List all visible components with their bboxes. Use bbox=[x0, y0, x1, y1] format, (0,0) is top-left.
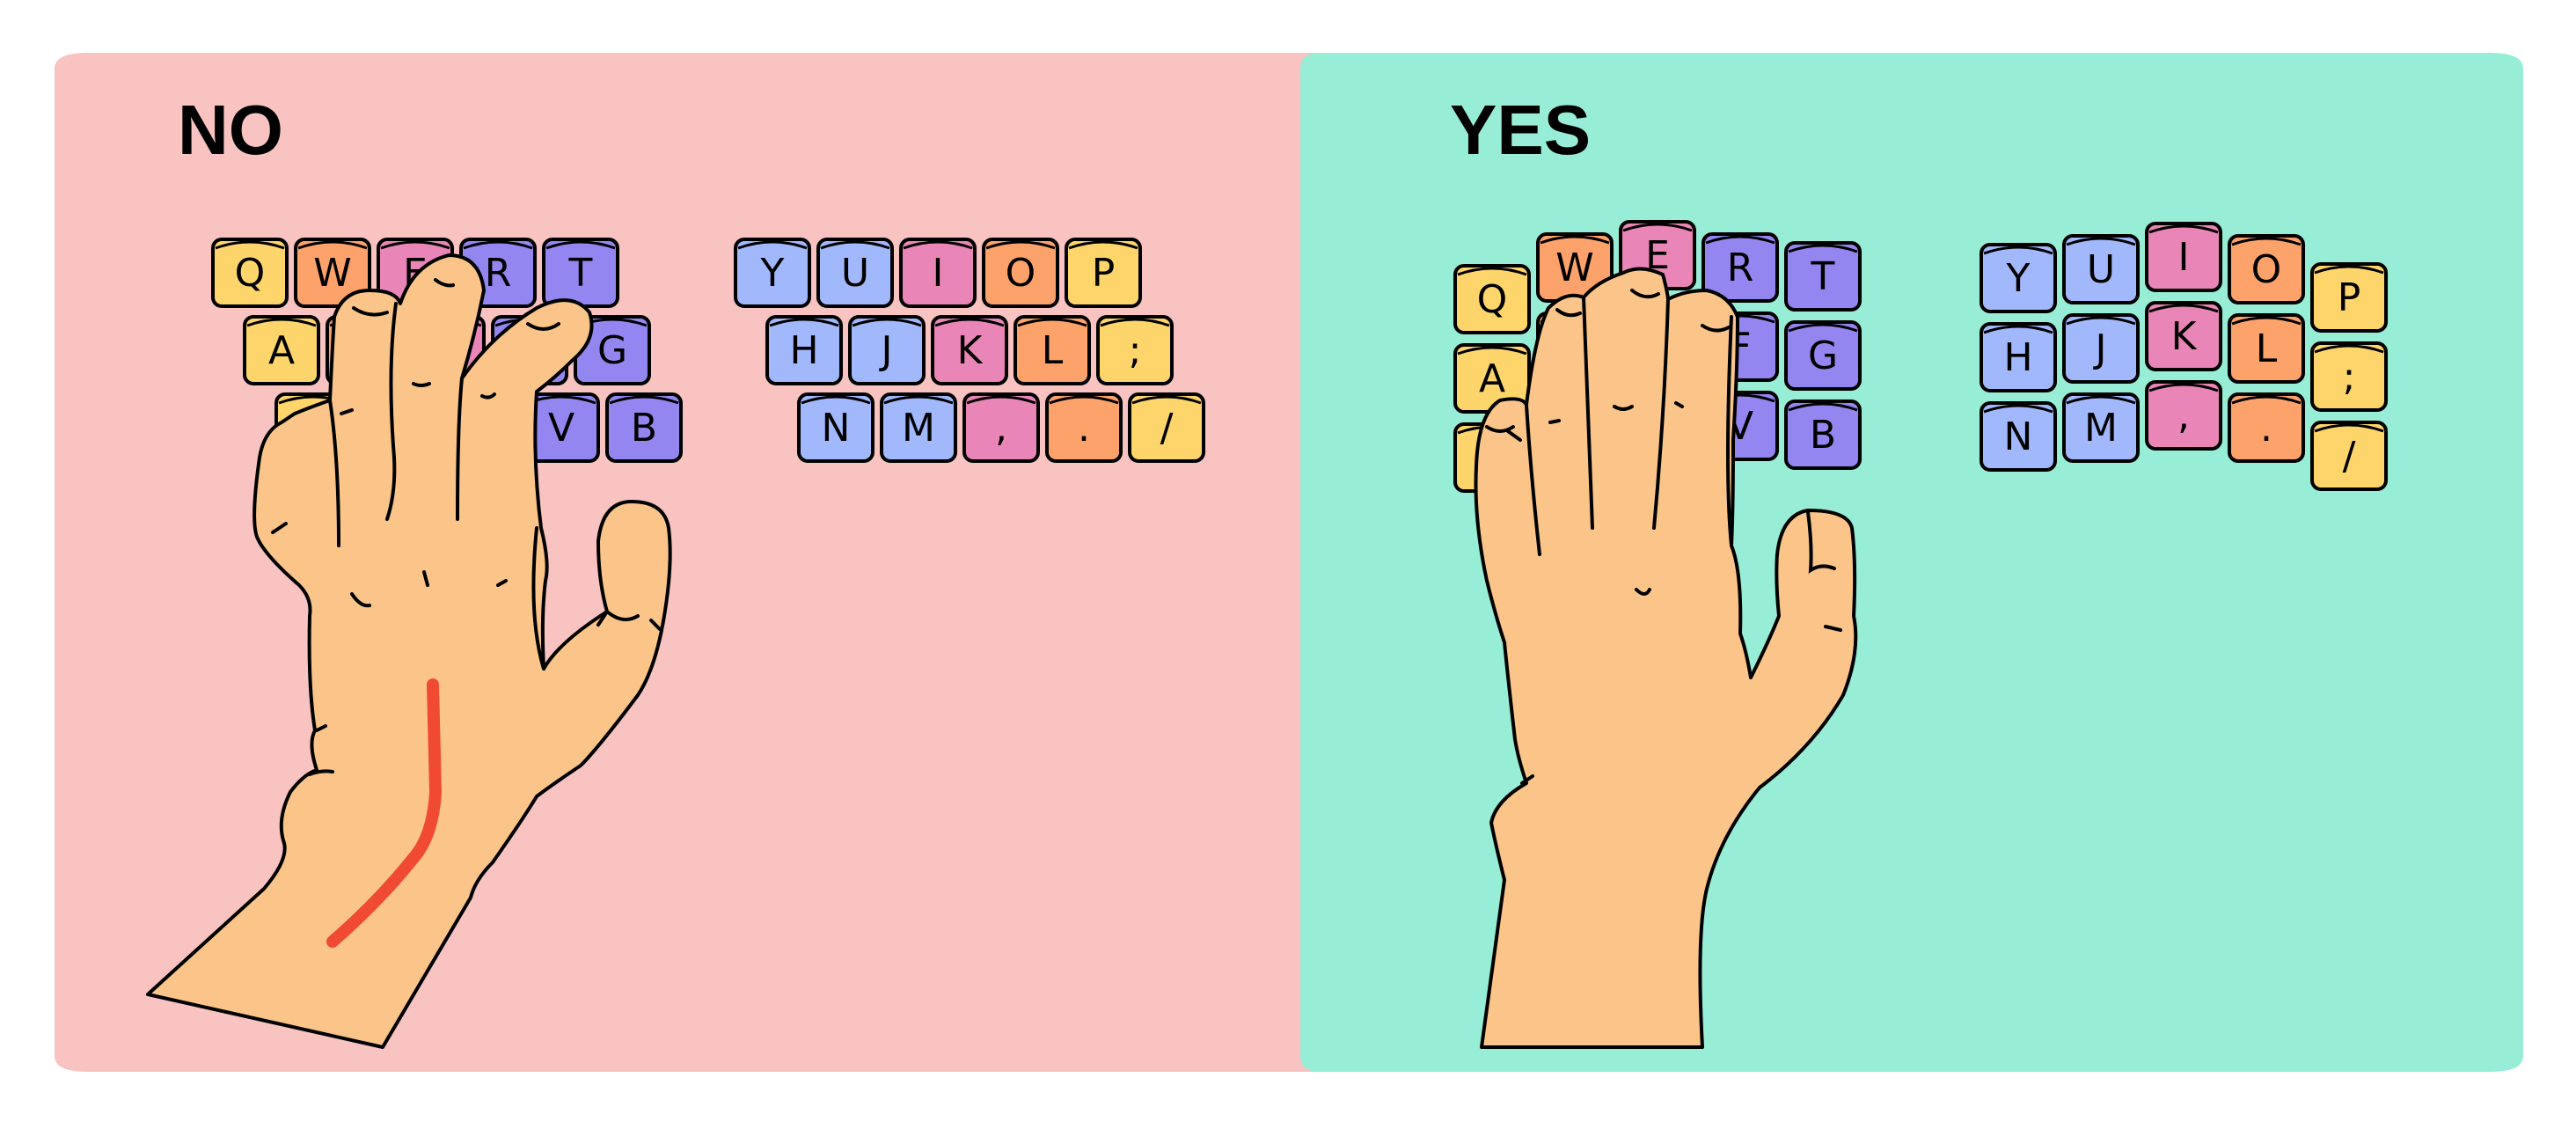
key-comma: , bbox=[962, 392, 1040, 463]
key-label: A bbox=[268, 328, 295, 373]
ergonomics-diagram: NO QWERTASDFGZXCVB YUIOPHJKL;NM,./ YES Q… bbox=[0, 0, 2576, 1125]
key-Q: Q bbox=[1453, 264, 1531, 334]
key-label: J bbox=[2093, 326, 2107, 371]
key-label: B bbox=[631, 406, 657, 451]
key-L: L bbox=[2228, 313, 2305, 384]
key-T: T bbox=[1784, 241, 1862, 312]
key-label: L bbox=[2256, 326, 2278, 371]
key-U: U bbox=[2062, 234, 2140, 304]
key-slash: / bbox=[1128, 392, 1205, 463]
key-label: K bbox=[2171, 314, 2198, 359]
key-Y: Y bbox=[1980, 243, 2057, 313]
key-M: M bbox=[880, 392, 957, 463]
key-label: U bbox=[841, 251, 869, 296]
key-comma: , bbox=[2145, 380, 2222, 451]
key-A: A bbox=[243, 315, 320, 385]
key-N: N bbox=[797, 392, 875, 463]
key-J: J bbox=[2062, 313, 2140, 384]
no-title: NO bbox=[178, 91, 283, 169]
key-M: M bbox=[2062, 392, 2140, 463]
key-Y: Y bbox=[734, 238, 811, 308]
key-label: O bbox=[2251, 247, 2282, 292]
key-label: O bbox=[1006, 251, 1036, 296]
key-label: K bbox=[957, 328, 984, 373]
key-label: P bbox=[1092, 251, 1116, 296]
key-label: B bbox=[1810, 413, 1836, 458]
key-label: ; bbox=[2343, 355, 2356, 400]
yes-panel: YES QWERTASDFGZXCVB YUIOPHJKL;NM,./ bbox=[1300, 53, 2523, 1072]
key-label: R bbox=[485, 251, 512, 296]
key-label: M bbox=[902, 406, 935, 451]
yes-right-keyboard: Y U I O P H J K L; N M, . / bbox=[1980, 222, 2388, 491]
key-label: ; bbox=[1129, 328, 1142, 373]
key-H: H bbox=[765, 315, 843, 385]
key-U: U bbox=[816, 238, 894, 308]
key-label: / bbox=[1160, 406, 1174, 451]
key-label: M bbox=[2084, 406, 2118, 451]
key-label: R bbox=[1727, 246, 1754, 290]
key-N: N bbox=[1980, 401, 2057, 472]
key-label: L bbox=[1042, 328, 1064, 373]
key-O: O bbox=[2228, 234, 2305, 304]
no-right-keyboard: Y U I O P H J K L ; N M,. / bbox=[734, 238, 1205, 463]
key-P: P bbox=[2310, 262, 2388, 333]
key-label: G bbox=[1808, 334, 1838, 378]
key-label: , bbox=[995, 406, 1007, 451]
key-K: K bbox=[931, 315, 1008, 385]
key-semicolon: ; bbox=[1096, 315, 1174, 385]
no-panel: NO QWERTASDFGZXCVB YUIOPHJKL;NM,./ bbox=[55, 53, 1320, 1072]
key-P: P bbox=[1065, 238, 1142, 308]
key-label: V bbox=[548, 406, 574, 451]
key-label: T bbox=[1811, 254, 1835, 299]
key-label: , bbox=[2177, 393, 2190, 438]
key-label: I bbox=[933, 251, 944, 296]
key-slash: / bbox=[2310, 421, 2388, 491]
key-label: I bbox=[2178, 235, 2190, 280]
key-L: L bbox=[1014, 315, 1091, 385]
key-label: W bbox=[313, 251, 352, 296]
key-label: . bbox=[1078, 406, 1090, 451]
key-label: G bbox=[597, 328, 627, 373]
key-label: U bbox=[2087, 247, 2115, 292]
key-G: G bbox=[1784, 320, 1862, 391]
key-label: Y bbox=[760, 251, 785, 296]
key-label: N bbox=[2004, 414, 2033, 459]
key-K: K bbox=[2145, 301, 2222, 371]
key-label: Y bbox=[2006, 256, 2031, 301]
key-semicolon: ; bbox=[2310, 341, 2388, 412]
key-H: H bbox=[1980, 322, 2057, 392]
key-label: W bbox=[1555, 246, 1594, 290]
key-B: B bbox=[605, 392, 683, 463]
key-label: / bbox=[2343, 434, 2356, 479]
key-B: B bbox=[1784, 400, 1862, 470]
key-Q: Q bbox=[211, 238, 289, 308]
key-period: . bbox=[1045, 392, 1123, 463]
key-label: . bbox=[2260, 406, 2272, 451]
key-label: N bbox=[822, 406, 851, 451]
key-I: I bbox=[2145, 222, 2222, 292]
key-label: H bbox=[789, 328, 818, 373]
key-period: . bbox=[2228, 392, 2305, 463]
key-J: J bbox=[848, 315, 926, 385]
key-O: O bbox=[982, 238, 1059, 308]
key-label: Q bbox=[1477, 277, 1508, 322]
diagram-canvas: NO QWERTASDFGZXCVB YUIOPHJKL;NM,./ YES Q… bbox=[55, 53, 2523, 1072]
key-label: J bbox=[879, 328, 893, 373]
key-T: T bbox=[542, 238, 619, 308]
yes-title: YES bbox=[1450, 91, 1591, 169]
key-label: P bbox=[2338, 275, 2361, 320]
key-label: A bbox=[1479, 356, 1505, 401]
key-label: Q bbox=[235, 251, 266, 296]
key-label: T bbox=[568, 251, 593, 296]
key-I: I bbox=[899, 238, 977, 308]
key-label: H bbox=[2003, 335, 2032, 380]
